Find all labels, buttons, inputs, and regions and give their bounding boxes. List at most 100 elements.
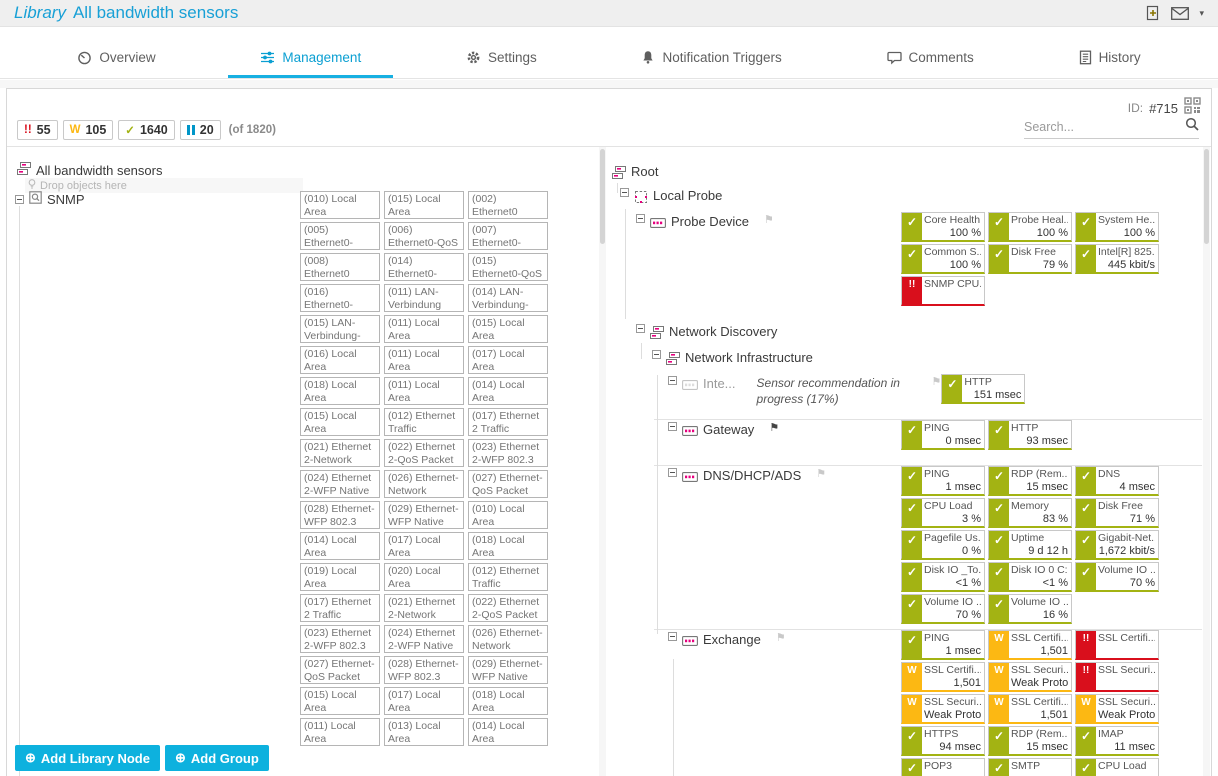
library-grid-cell[interactable]: (026) Ethernet-Network bbox=[384, 470, 464, 498]
sensor-chip-http[interactable]: ✓HTTP151 msec bbox=[941, 374, 1025, 404]
device-name[interactable]: DNS/DHCP/ADS bbox=[703, 468, 801, 483]
tab-overview[interactable]: Overview bbox=[45, 41, 187, 78]
library-grid-cell[interactable]: (005) Ethernet0-WFP Native bbox=[300, 222, 380, 250]
sensor-chip-rdp-rem[interactable]: ✓RDP (Rem...15 msec bbox=[988, 726, 1072, 756]
add-item-icon[interactable] bbox=[1145, 5, 1161, 21]
flag-icon[interactable]: ⚑ bbox=[769, 422, 779, 434]
device-name[interactable]: Exchange bbox=[703, 632, 761, 647]
flag-icon[interactable]: ⚑ bbox=[764, 214, 774, 226]
library-grid-cell[interactable]: (017) Local Area bbox=[384, 532, 464, 560]
left-panel-scrollbar[interactable] bbox=[599, 147, 606, 776]
sensor-chip-ssl-certifi[interactable]: WSSL Certifi...1,501 bbox=[988, 694, 1072, 724]
library-grid-cell[interactable]: (014) Local Area bbox=[468, 377, 548, 405]
library-grid-cell[interactable]: (022) Ethernet 2-QoS Packet bbox=[384, 439, 464, 467]
sensor-chip-disk-free[interactable]: ✓Disk Free71 % bbox=[1075, 498, 1159, 528]
library-grid-cell[interactable]: (012) Ethernet Traffic bbox=[468, 563, 548, 591]
sensor-chip-volume-io[interactable]: ✓Volume IO ...70 % bbox=[1075, 562, 1159, 592]
library-grid-cell[interactable]: (019) Local Area bbox=[300, 563, 380, 591]
tab-notification-triggers[interactable]: Notification Triggers bbox=[609, 41, 813, 78]
library-grid-cell[interactable]: (023) Ethernet 2-WFP 802.3 bbox=[468, 439, 548, 467]
sensor-chip-rdp-rem[interactable]: ✓RDP (Rem...15 msec bbox=[988, 466, 1072, 496]
sensor-chip-snmp-cpu[interactable]: !!SNMP CPU... bbox=[901, 276, 985, 306]
sensor-chip-pop3[interactable]: ✓POP3 bbox=[901, 758, 985, 776]
sensor-chip-ping[interactable]: ✓PING1 msec bbox=[901, 466, 985, 496]
library-grid-cell[interactable]: (021) Ethernet 2-Network bbox=[300, 439, 380, 467]
sensor-chip-volume-io[interactable]: ✓Volume IO ...70 % bbox=[901, 594, 985, 624]
sensor-chip-http[interactable]: ✓HTTP93 msec bbox=[988, 420, 1072, 450]
badge-up[interactable]: ✓1640 bbox=[118, 120, 174, 140]
library-grid-cell[interactable]: (014) Ethernet0-WFP Native bbox=[384, 253, 464, 281]
library-grid-cell[interactable]: (008) Ethernet0 Traffic bbox=[300, 253, 380, 281]
collapse-icon[interactable] bbox=[668, 422, 677, 431]
right-panel-scrollbar[interactable] bbox=[1203, 147, 1210, 776]
library-grid-cell[interactable]: (015) Local Area bbox=[300, 408, 380, 436]
library-grid-cell[interactable]: (024) Ethernet 2-WFP Native bbox=[384, 625, 464, 653]
badge-warning[interactable]: W105 bbox=[63, 120, 114, 140]
collapse-icon[interactable] bbox=[620, 188, 629, 197]
sensor-chip-gigabit-net[interactable]: ✓Gigabit-Net...1,672 kbit/s bbox=[1075, 530, 1159, 560]
caret-down-icon[interactable]: ▾ bbox=[1199, 8, 1204, 19]
library-grid-cell[interactable]: (015) Local Area bbox=[468, 315, 548, 343]
library-grid-cell[interactable]: (012) Ethernet Traffic bbox=[384, 408, 464, 436]
library-grid-cell[interactable]: (015) Ethernet0-QoS Packet bbox=[468, 253, 548, 281]
library-grid-cell[interactable]: (017) Ethernet 2 Traffic bbox=[300, 594, 380, 622]
sensor-chip-https[interactable]: ✓HTTPS94 msec bbox=[901, 726, 985, 756]
library-grid-cell[interactable]: (022) Ethernet 2-QoS Packet bbox=[468, 594, 548, 622]
library-grid-cell[interactable]: (011) Local Area bbox=[384, 346, 464, 374]
qr-code-icon[interactable] bbox=[1184, 97, 1201, 119]
sensor-chip-ssl-certifi[interactable]: WSSL Certifi...1,501 bbox=[901, 662, 985, 692]
add-library-node-button[interactable]: ⊕ Add Library Node bbox=[15, 745, 160, 771]
library-grid-cell[interactable]: (014) Local Area bbox=[468, 718, 548, 746]
scrollbar-thumb[interactable] bbox=[1204, 149, 1209, 244]
collapse-icon[interactable] bbox=[668, 632, 677, 641]
library-grid-cell[interactable]: (017) Local Area bbox=[384, 687, 464, 715]
sensor-chip-intel-r-825[interactable]: ✓Intel[R] 825...445 kbit/s bbox=[1075, 244, 1159, 274]
sensor-chip-ssl-securi[interactable]: WSSL Securi...Weak Proto... bbox=[988, 662, 1072, 692]
device-name[interactable]: Network Infrastructure bbox=[685, 350, 813, 365]
sensor-chip-ssl-securi[interactable]: WSSL Securi...Weak Proto... bbox=[901, 694, 985, 724]
library-grid-cell[interactable]: (015) Local Area bbox=[300, 687, 380, 715]
library-grid-cell[interactable]: (017) Local Area bbox=[468, 346, 548, 374]
collapse-icon[interactable] bbox=[15, 195, 24, 204]
library-grid-cell[interactable]: (002) Ethernet0 Traffic bbox=[468, 191, 548, 219]
collapse-icon[interactable] bbox=[636, 324, 645, 333]
library-grid-cell[interactable]: (014) LAN-Verbindung-QoS bbox=[468, 284, 548, 312]
sensor-chip-common-s[interactable]: ✓Common S...100 % bbox=[901, 244, 985, 274]
library-node-snmp[interactable]: SNMP bbox=[15, 191, 85, 207]
library-root-node[interactable]: All bandwidth sensors bbox=[17, 162, 162, 178]
add-group-button[interactable]: ⊕ Add Group bbox=[165, 745, 269, 771]
sensor-chip-volume-io[interactable]: ✓Volume IO ...16 % bbox=[988, 594, 1072, 624]
sensor-chip-memory[interactable]: ✓Memory83 % bbox=[988, 498, 1072, 528]
flag-icon[interactable]: ⚑ bbox=[932, 376, 942, 388]
tab-history[interactable]: History bbox=[1047, 41, 1173, 78]
library-grid-cell[interactable]: (023) Ethernet 2-WFP 802.3 bbox=[300, 625, 380, 653]
library-grid-cell[interactable]: (017) Ethernet 2 Traffic bbox=[468, 408, 548, 436]
sensor-chip-imap[interactable]: ✓IMAP11 msec bbox=[1075, 726, 1159, 756]
flag-icon[interactable]: ⚑ bbox=[776, 632, 786, 644]
device-name[interactable]: Network Discovery bbox=[669, 324, 777, 339]
library-grid-cell[interactable]: (011) Local Area bbox=[384, 377, 464, 405]
library-grid-cell[interactable]: (018) Local Area bbox=[468, 532, 548, 560]
sensor-chip-ssl-certifi[interactable]: WSSL Certifi...1,501 bbox=[988, 630, 1072, 660]
library-grid-cell[interactable]: (010) Local Area bbox=[468, 501, 548, 529]
library-grid-cell[interactable]: (010) Local Area bbox=[300, 191, 380, 219]
library-grid-cell[interactable]: (024) Ethernet 2-WFP Native bbox=[300, 470, 380, 498]
sensor-chip-dns[interactable]: ✓DNS4 msec bbox=[1075, 466, 1159, 496]
sensor-chip-ssl-securi[interactable]: WSSL Securi...Weak Proto... bbox=[1075, 694, 1159, 724]
sensor-chip-cpu-load[interactable]: ✓CPU Load bbox=[1075, 758, 1159, 776]
sensor-chip-disk-free[interactable]: ✓Disk Free79 % bbox=[988, 244, 1072, 274]
search-input[interactable] bbox=[1024, 120, 1185, 134]
device-name[interactable]: Probe Device bbox=[671, 214, 749, 229]
sensor-chip-system-he[interactable]: ✓System He...100 % bbox=[1075, 212, 1159, 242]
library-grid-cell[interactable]: (029) Ethernet-WFP Native bbox=[468, 656, 548, 684]
library-grid-cell[interactable]: (013) Local Area bbox=[384, 718, 464, 746]
library-grid-cell[interactable]: (029) Ethernet-WFP Native bbox=[384, 501, 464, 529]
library-grid-cell[interactable]: (016) Local Area bbox=[300, 346, 380, 374]
library-grid-cell[interactable]: (014) Local Area bbox=[300, 532, 380, 560]
search-icon[interactable] bbox=[1185, 117, 1199, 136]
collapse-icon[interactable] bbox=[668, 376, 677, 385]
device-name[interactable]: Local Probe bbox=[653, 188, 722, 203]
email-icon[interactable] bbox=[1171, 7, 1189, 20]
library-grid-cell[interactable]: (011) Local Area bbox=[384, 315, 464, 343]
device-name[interactable]: Gateway bbox=[703, 422, 754, 437]
